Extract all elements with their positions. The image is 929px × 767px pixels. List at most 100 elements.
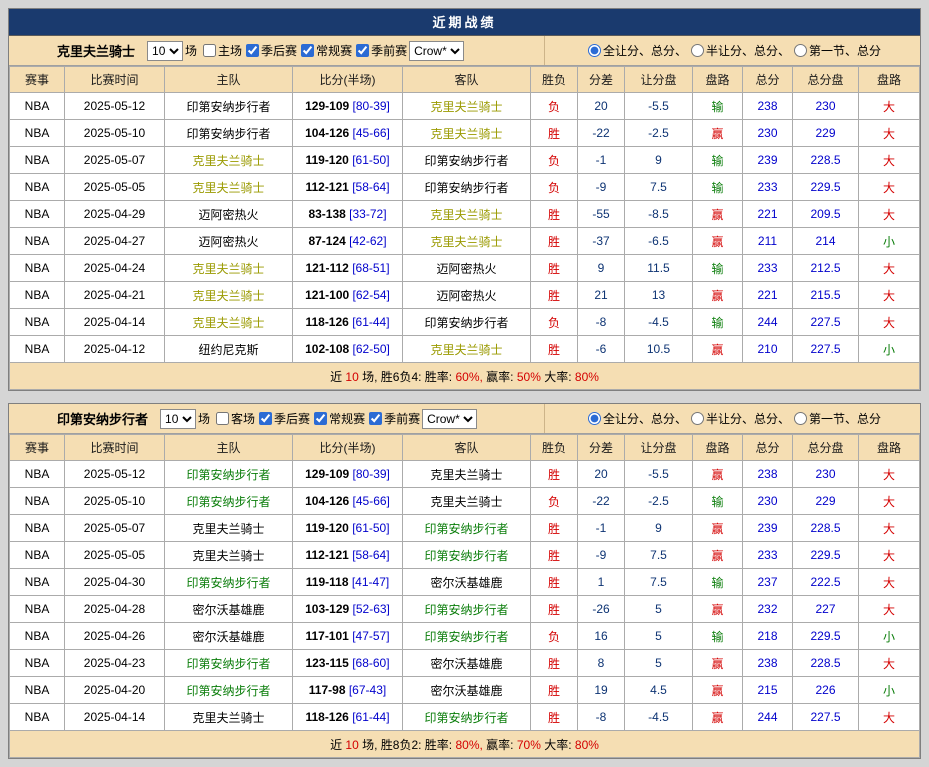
odds-type-full-radio[interactable] (588, 44, 601, 57)
games-count-select[interactable]: 10 (147, 41, 183, 61)
full-time-score: 104-126 (305, 126, 349, 140)
preseason-checkbox[interactable] (369, 412, 382, 425)
col-header-total: 总分 (743, 435, 793, 461)
venue-filter[interactable]: 客场 (212, 410, 255, 427)
full-time-score: 121-112 (305, 261, 348, 275)
regular-season-filter[interactable]: 常规赛 (310, 410, 365, 427)
cell-point-diff: 1 (578, 569, 625, 596)
playoffs-checkbox[interactable] (246, 44, 259, 57)
cell-over-under-result: 大 (859, 282, 920, 309)
odds-type-half[interactable]: 半让分、总分、 (687, 42, 790, 59)
cell-handicap-line: 7.5 (625, 174, 693, 201)
cell-date: 2025-05-10 (65, 488, 165, 515)
odds-type-full-radio[interactable] (588, 412, 601, 425)
summary-segment: 近 (330, 738, 345, 752)
playoffs-checkbox[interactable] (259, 412, 272, 425)
cell-home-team: 印第安纳步行者 (165, 677, 293, 704)
odds-type-full[interactable]: 全让分、总分、 (584, 42, 687, 59)
col-header-handicap-result: 盘路 (693, 67, 743, 93)
odds-type-full[interactable]: 全让分、总分、 (584, 410, 687, 427)
cell-total-points: 238 (743, 93, 793, 120)
venue-label: 主场 (218, 42, 242, 59)
half-time-score: [58-64] (352, 180, 389, 194)
cell-handicap-line: 5 (625, 623, 693, 650)
cell-handicap-result: 赢 (693, 677, 743, 704)
summary-segment: 场, 胜8负2: 胜率: (359, 738, 456, 752)
odds-type-q1[interactable]: 第一节、总分 (790, 410, 881, 427)
cell-score: 123-115 [68-60] (293, 650, 403, 677)
col-header-score: 比分(半场) (293, 435, 403, 461)
odds-type-half[interactable]: 半让分、总分、 (687, 410, 790, 427)
cell-handicap-line: -6.5 (625, 228, 693, 255)
cell-league: NBA (10, 282, 65, 309)
playoffs-filter[interactable]: 季后赛 (242, 42, 297, 59)
preseason-filter[interactable]: 季前赛 (352, 42, 407, 59)
cell-handicap-result: 赢 (693, 201, 743, 228)
summary-segment: 50% (517, 370, 541, 384)
col-header-total: 总分 (743, 67, 793, 93)
cell-win-loss: 负 (531, 93, 578, 120)
col-header-total-line: 总分盘 (793, 67, 859, 93)
col-header-handicap: 让分盘 (625, 67, 693, 93)
cell-point-diff: -22 (578, 488, 625, 515)
cell-win-loss: 胜 (531, 255, 578, 282)
cell-total-line: 228.5 (793, 515, 859, 542)
cavaliers-summary: 近 10 场, 胜6负4: 胜率: 60%, 赢率: 50% 大率: 80% (10, 363, 920, 390)
venue-label: 客场 (231, 410, 255, 427)
cell-date: 2025-05-10 (65, 120, 165, 147)
table-row: NBA 2025-04-14 克里夫兰骑士 118-126 [61-44] 印第… (10, 309, 920, 336)
full-time-score: 102-108 (305, 342, 349, 356)
summary-segment: 10 (345, 370, 358, 384)
pacers-results-rows: NBA 2025-05-12 印第安纳步行者 129-109 [80-39] 克… (10, 461, 920, 731)
cell-league: NBA (10, 650, 65, 677)
cell-home-team: 克里夫兰骑士 (165, 542, 293, 569)
cell-date: 2025-04-27 (65, 228, 165, 255)
cell-score: 129-109 [80-39] (293, 461, 403, 488)
games-count-select[interactable]: 10 (160, 409, 196, 429)
cell-handicap-result: 赢 (693, 336, 743, 363)
table-row: NBA 2025-04-29 迈阿密热火 83-138 [33-72] 克里夫兰… (10, 201, 920, 228)
odds-type-q1-radio[interactable] (794, 412, 807, 425)
cell-win-loss: 胜 (531, 120, 578, 147)
half-time-score: [61-44] (352, 710, 389, 724)
cell-date: 2025-05-07 (65, 515, 165, 542)
bookmaker-select[interactable]: Crow* (422, 409, 477, 429)
table-row: NBA 2025-05-12 印第安纳步行者 129-109 [80-39] 克… (10, 93, 920, 120)
summary-segment: 80% (575, 370, 599, 384)
venue-checkbox[interactable] (216, 412, 229, 425)
half-time-score: [68-51] (352, 261, 389, 275)
cell-league: NBA (10, 201, 65, 228)
odds-type-half-radio[interactable] (691, 412, 704, 425)
cell-over-under-result: 大 (859, 309, 920, 336)
cell-score: 112-121 [58-64] (293, 542, 403, 569)
regular-season-checkbox[interactable] (301, 44, 314, 57)
table-row: NBA 2025-04-30 印第安纳步行者 119-118 [41-47] 密… (10, 569, 920, 596)
cell-date: 2025-04-12 (65, 336, 165, 363)
cell-away-team: 密尔沃基雄鹿 (403, 650, 531, 677)
col-header-diff: 分差 (578, 435, 625, 461)
cell-handicap-result: 赢 (693, 461, 743, 488)
cell-total-points: 230 (743, 120, 793, 147)
odds-type-half-radio[interactable] (691, 44, 704, 57)
preseason-filter[interactable]: 季前赛 (365, 410, 420, 427)
full-time-score: 129-109 (305, 467, 349, 481)
playoffs-filter[interactable]: 季后赛 (255, 410, 310, 427)
cell-league: NBA (10, 174, 65, 201)
odds-type-q1-radio[interactable] (794, 44, 807, 57)
cell-away-team: 密尔沃基雄鹿 (403, 569, 531, 596)
cell-away-team: 克里夫兰骑士 (403, 201, 531, 228)
venue-checkbox[interactable] (203, 44, 216, 57)
cell-over-under-result: 小 (859, 336, 920, 363)
cell-total-line: 227 (793, 596, 859, 623)
col-header-date: 比赛时间 (65, 435, 165, 461)
odds-type-q1[interactable]: 第一节、总分 (790, 42, 881, 59)
preseason-checkbox[interactable] (356, 44, 369, 57)
cell-handicap-line: -2.5 (625, 120, 693, 147)
bookmaker-select[interactable]: Crow* (409, 41, 464, 61)
cell-total-line: 222.5 (793, 569, 859, 596)
venue-filter[interactable]: 主场 (199, 42, 242, 59)
cell-win-loss: 胜 (531, 201, 578, 228)
cell-over-under-result: 大 (859, 569, 920, 596)
regular-season-checkbox[interactable] (314, 412, 327, 425)
regular-season-filter[interactable]: 常规赛 (297, 42, 352, 59)
